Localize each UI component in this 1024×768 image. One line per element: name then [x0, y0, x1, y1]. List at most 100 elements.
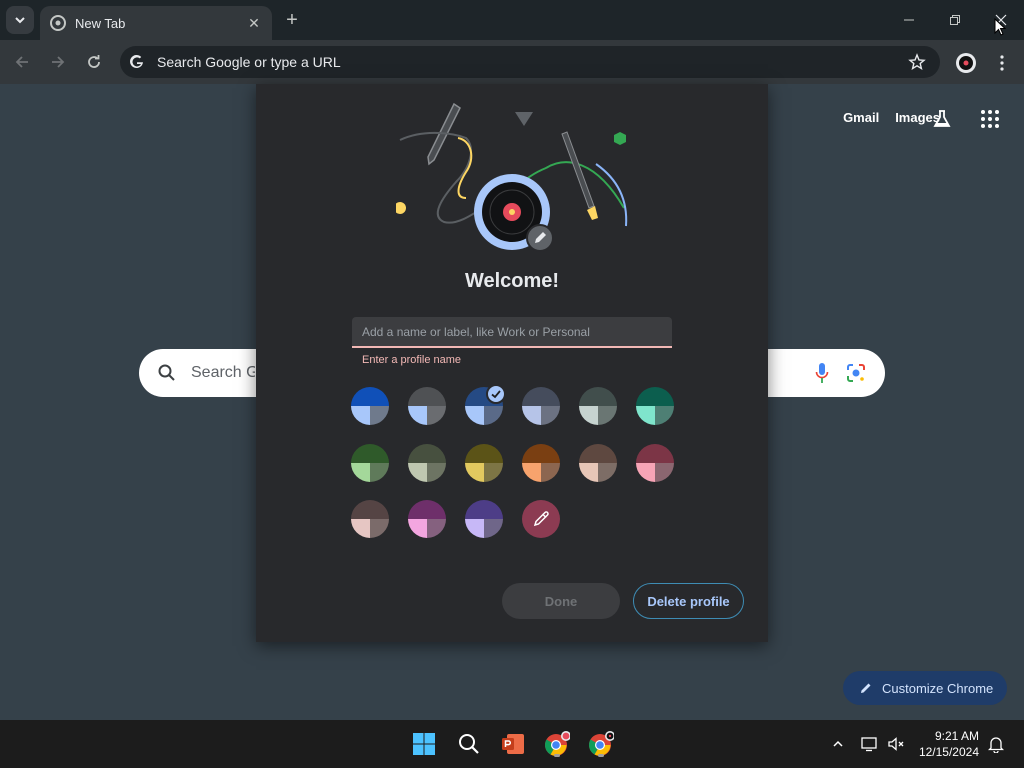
theme-swatch-quadrant — [408, 444, 427, 463]
theme-swatch[interactable] — [522, 444, 560, 482]
eyedropper-icon — [533, 511, 549, 527]
theme-swatch-quadrant — [541, 387, 560, 406]
monitor-network-icon — [861, 737, 877, 752]
theme-swatch[interactable] — [351, 500, 389, 538]
new-tab-button[interactable]: + — [280, 8, 304, 32]
theme-swatch-quadrant — [522, 444, 541, 463]
reload-button[interactable] — [82, 50, 106, 74]
profile-name-error: Enter a profile name — [362, 354, 462, 366]
microphone-icon[interactable] — [815, 362, 829, 384]
address-bar[interactable]: Search Google or type a URL — [120, 46, 940, 78]
theme-swatch-quadrant — [465, 463, 484, 482]
theme-swatch[interactable] — [636, 444, 674, 482]
taskbar-chrome-1[interactable] — [542, 729, 572, 759]
theme-swatch[interactable] — [408, 500, 446, 538]
bookmark-star-icon[interactable] — [908, 53, 926, 71]
theme-swatch-quadrant — [598, 463, 617, 482]
theme-swatch-quadrant — [522, 406, 541, 425]
taskbar-chrome-2[interactable] — [586, 729, 616, 759]
theme-swatch-quadrant — [408, 463, 427, 482]
network-tray-button[interactable] — [860, 734, 880, 754]
theme-swatch[interactable] — [465, 500, 503, 538]
theme-swatch-quadrant — [351, 519, 370, 538]
profile-name-field[interactable] — [352, 317, 672, 348]
theme-swatch-quadrant — [484, 519, 503, 538]
profile-name-input[interactable] — [352, 317, 672, 346]
theme-swatch-quadrant — [598, 406, 617, 425]
theme-swatch[interactable] — [408, 444, 446, 482]
theme-swatch-quadrant — [655, 444, 674, 463]
chevron-down-icon — [15, 17, 25, 24]
minimize-icon — [904, 19, 914, 21]
apps-grid-icon[interactable] — [979, 108, 1001, 130]
back-button[interactable] — [10, 50, 34, 74]
theme-swatch-quadrant — [465, 387, 484, 406]
theme-swatch-quadrant — [541, 463, 560, 482]
windows-taskbar: 9:21 AM 12/15/2024 — [0, 720, 1024, 768]
theme-swatch-quadrant — [427, 387, 446, 406]
custom-color-picker-button[interactable] — [522, 500, 560, 538]
theme-swatch[interactable] — [636, 387, 674, 425]
theme-swatch-quadrant — [484, 463, 503, 482]
theme-swatch[interactable] — [522, 387, 560, 425]
theme-swatch-quadrant — [465, 406, 484, 425]
done-button[interactable]: Done — [502, 583, 620, 619]
system-clock[interactable]: 9:21 AM 12/15/2024 — [913, 728, 979, 760]
theme-swatch-quadrant — [484, 444, 503, 463]
tab-close-icon[interactable]: ✕ — [246, 15, 262, 31]
theme-swatch-quadrant — [579, 387, 598, 406]
restore-button[interactable] — [932, 0, 978, 40]
notifications-button[interactable] — [986, 734, 1006, 754]
theme-swatch[interactable] — [351, 444, 389, 482]
tab-search-button[interactable] — [6, 6, 34, 34]
volume-tray-button[interactable] — [886, 734, 906, 754]
tab-title: New Tab — [75, 15, 126, 31]
theme-swatch-quadrant — [636, 463, 655, 482]
theme-swatch[interactable] — [408, 387, 446, 425]
theme-swatch-quadrant — [484, 406, 503, 425]
customize-chrome-button[interactable]: Customize Chrome — [843, 671, 1007, 705]
address-bar-text: Search Google or type a URL — [157, 54, 341, 70]
clock-time: 9:21 AM — [934, 729, 979, 743]
restore-icon — [950, 15, 960, 25]
theme-swatch[interactable] — [351, 387, 389, 425]
show-hidden-icons-button[interactable] — [828, 734, 848, 754]
theme-swatch-quadrant — [598, 387, 617, 406]
theme-swatch[interactable] — [465, 444, 503, 482]
chrome-menu-button[interactable] — [993, 52, 1011, 74]
delete-profile-button[interactable]: Delete profile — [633, 583, 744, 619]
tab-new-tab[interactable]: New Tab ✕ — [40, 6, 272, 40]
profile-customization-dialog: Welcome! Enter a profile name Done Delet… — [256, 84, 768, 642]
start-button[interactable] — [409, 729, 439, 759]
gmail-link[interactable]: Gmail — [843, 110, 879, 125]
theme-swatch[interactable] — [579, 444, 617, 482]
search-icon — [158, 364, 175, 381]
customize-chrome-label: Customize Chrome — [882, 680, 994, 696]
theme-swatch-quadrant — [541, 444, 560, 463]
theme-swatch-quadrant — [351, 500, 370, 519]
forward-button[interactable] — [46, 50, 70, 74]
theme-swatch-quadrant — [427, 406, 446, 425]
theme-swatch-quadrant — [370, 463, 389, 482]
theme-swatch-quadrant — [465, 500, 484, 519]
forward-arrow-icon — [52, 56, 65, 68]
search-box-placeholder: Search G — [191, 364, 255, 381]
theme-swatch-quadrant — [636, 444, 655, 463]
minimize-button[interactable] — [886, 0, 932, 40]
theme-swatch-quadrant — [351, 444, 370, 463]
selected-theme-check-icon — [486, 384, 506, 404]
google-lens-icon[interactable] — [845, 362, 867, 384]
taskbar-powerpoint[interactable] — [498, 729, 528, 759]
theme-swatch-quadrant — [370, 387, 389, 406]
more-vert-icon — [1000, 55, 1004, 71]
windows-logo-icon — [413, 733, 435, 755]
welcome-heading: Welcome! — [464, 270, 560, 292]
labs-flask-icon[interactable] — [931, 108, 953, 130]
theme-swatch-quadrant — [522, 463, 541, 482]
taskbar-search-button[interactable] — [454, 729, 484, 759]
profile-avatar-icon[interactable] — [955, 52, 977, 74]
powerpoint-icon — [502, 734, 524, 754]
theme-swatch-quadrant — [351, 387, 370, 406]
title-bar: New Tab ✕ + — [0, 0, 1024, 40]
theme-swatch[interactable] — [579, 387, 617, 425]
